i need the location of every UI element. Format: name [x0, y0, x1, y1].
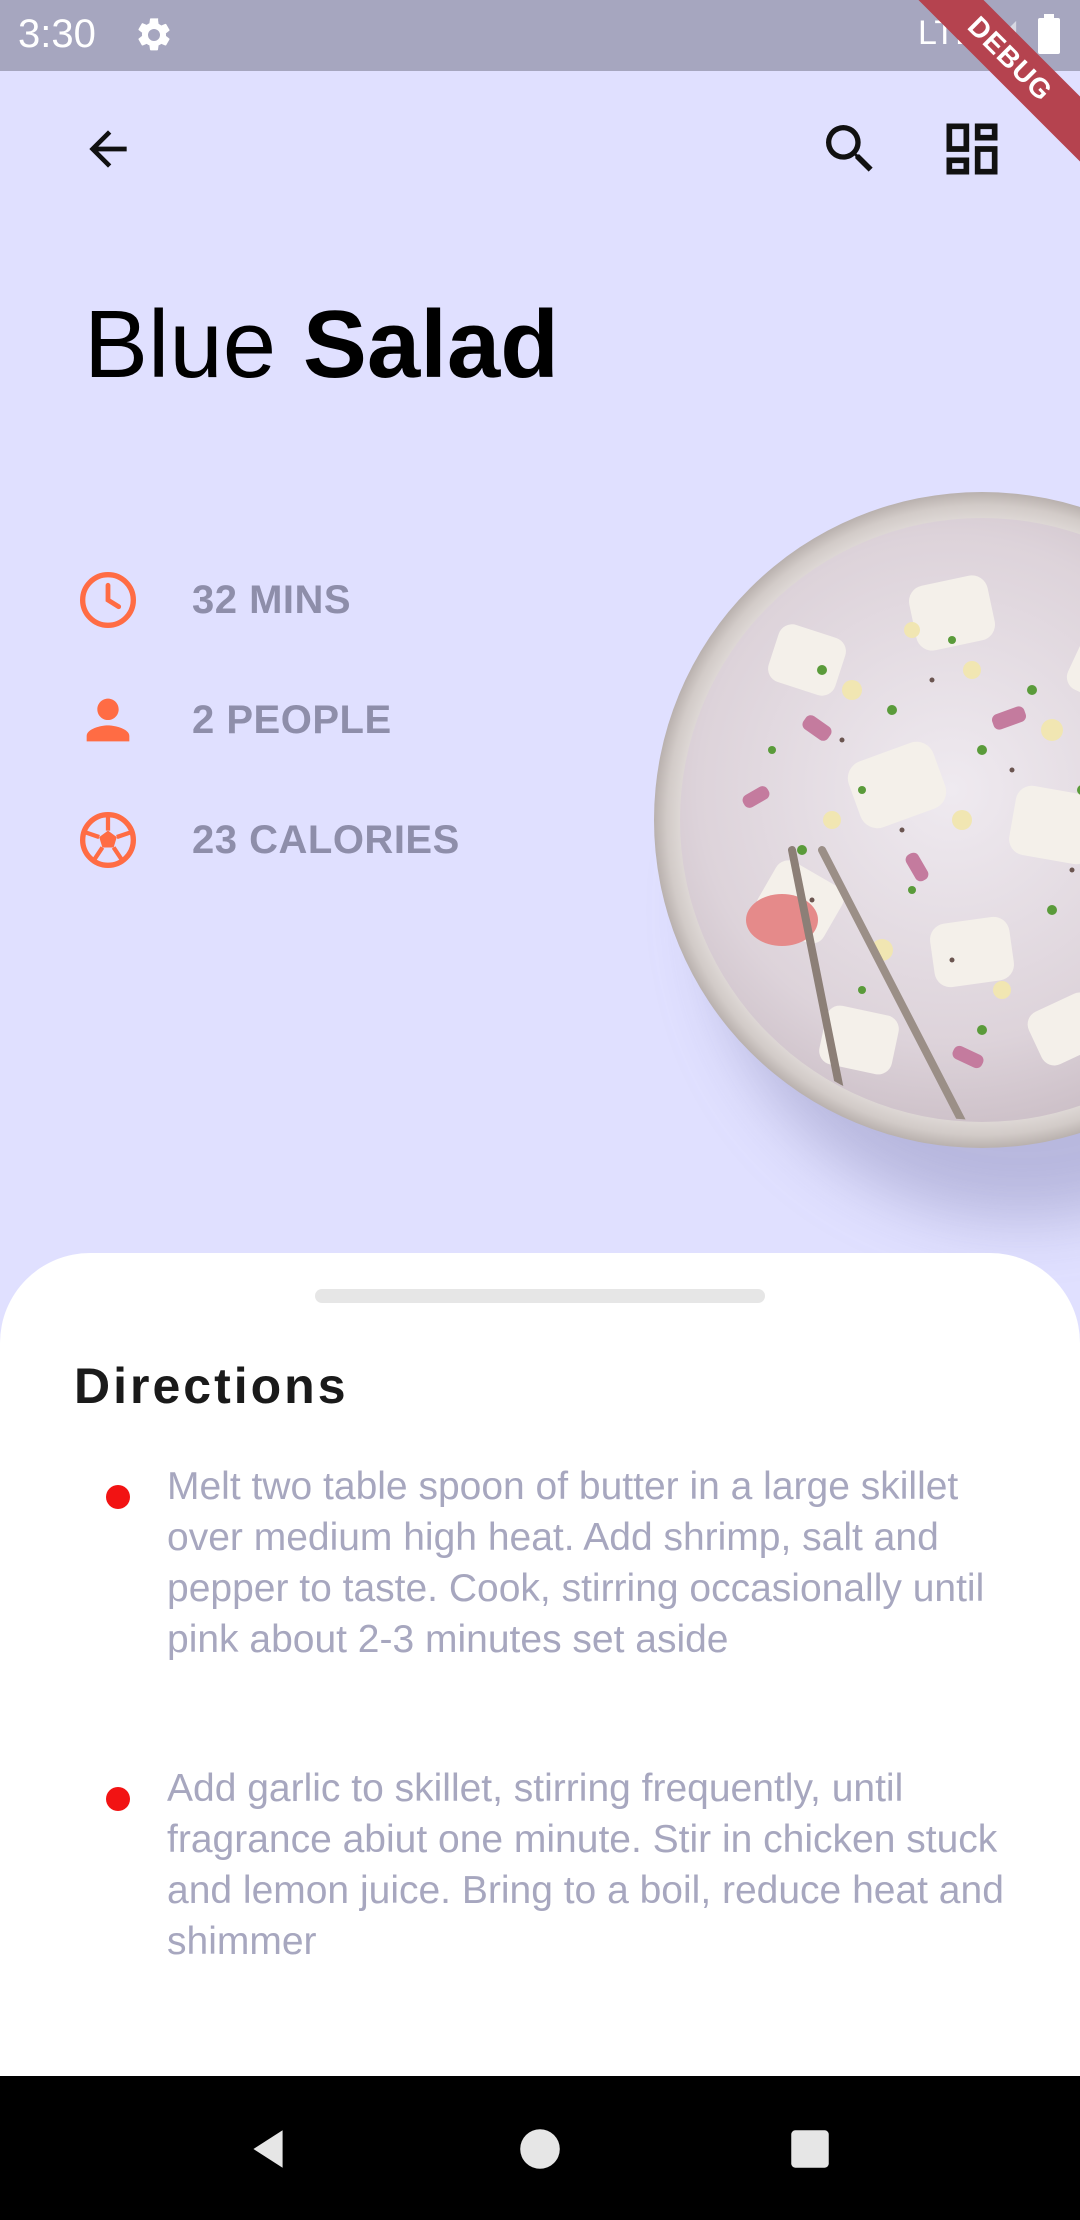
direction-step-text: Melt two table spoon of butter in a larg… [167, 1465, 985, 1661]
direction-step-text: Add garlic to skillet, stirring frequent… [167, 1767, 1004, 1963]
sheet-drag-handle[interactable] [315, 1289, 765, 1303]
info-duration: 32 MINS [76, 568, 351, 632]
dashboard-grid-icon [946, 123, 998, 175]
direction-step: Melt two table spoon of butter in a larg… [106, 1461, 1006, 1665]
app-bar [0, 71, 1080, 221]
status-bar: 3:30 LTE DEBUG [0, 0, 1080, 168]
bullet-dot [106, 1485, 130, 1509]
battery-icon [1038, 14, 1060, 54]
person-icon [86, 698, 130, 742]
info-servings: 2 PEOPLE [76, 688, 392, 752]
directions-title: Directions [74, 1358, 349, 1414]
recipe-title: Blue Salad [84, 290, 559, 400]
ball-icon [80, 812, 136, 868]
direction-step: Add garlic to skillet, stirring frequent… [106, 1763, 1006, 1967]
info-calories: 23 CALORIES [76, 808, 460, 872]
servings-label: 2 PEOPLE [192, 697, 392, 742]
system-nav-bar [0, 2076, 1080, 2220]
title-bold: Salad [302, 291, 559, 398]
bullet-dot [106, 1787, 130, 1811]
calories-label: 23 CALORIES [192, 817, 460, 862]
gear-icon [138, 18, 170, 51]
salad-bowl-image [652, 490, 1080, 1220]
nav-recents-icon[interactable] [785, 2124, 835, 2174]
nav-home-icon[interactable] [515, 2124, 565, 2174]
recipe-screen: 3:30 LTE DEBUG Blue Salad 32 MINS 2 PEOP… [0, 0, 1080, 2220]
search-icon [826, 125, 873, 172]
status-time: 3:30 [18, 12, 96, 56]
duration-label: 32 MINS [192, 577, 352, 622]
nav-back-icon[interactable] [243, 2124, 293, 2174]
title-light: Blue [84, 291, 277, 398]
directions-sheet[interactable]: Directions Melt two table spoon of butte… [0, 1253, 1080, 2093]
search-button[interactable] [810, 109, 890, 189]
arrow-back-icon [89, 130, 127, 168]
back-button[interactable] [68, 109, 148, 189]
clock-icon [80, 572, 136, 628]
dashboard-button[interactable] [932, 109, 1012, 189]
